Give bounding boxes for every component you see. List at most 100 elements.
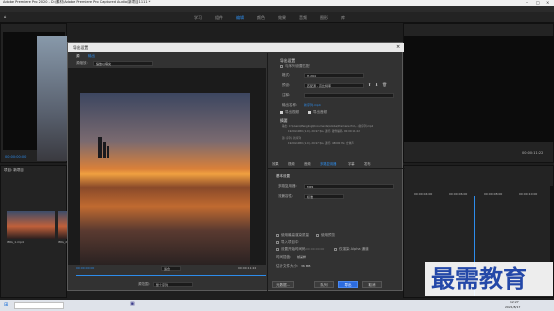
max-render-checkbox[interactable] (276, 234, 279, 237)
export-settings-dialog: 导出设置 × 源 输出 源缩放: 缩放以填充 00:00:00:00 适合 00… (67, 42, 405, 292)
windows-start-icon[interactable]: ⊞ (4, 303, 8, 308)
ruler-tick: 00:00:10:00 (519, 192, 538, 196)
format-label: 格式: (282, 73, 291, 77)
use-preview-checkbox[interactable] (316, 234, 319, 237)
tab-audio[interactable]: 音频 (304, 162, 311, 166)
settings-tabs: 效果 视频 音频 多路复用器 字幕 发布 (268, 161, 405, 169)
workspace-tab-audio[interactable]: 音频 (299, 15, 307, 21)
start-timecode-label: 设置开始时间码 (281, 247, 306, 251)
project-panel: 项目: 新项目 IMG_1.mp4 IMG_2.mp4 (0, 165, 75, 298)
clip-thumbnail[interactable] (7, 211, 55, 239)
source-scaling-label: 源缩放: (76, 61, 88, 65)
export-preview-image (80, 93, 250, 265)
source-range-bar[interactable] (76, 275, 266, 276)
clock-time: 12:27 (510, 300, 519, 304)
ruler-tick: 00:00:04:00 (414, 192, 433, 196)
export-settings-header: 导出设置 (280, 58, 296, 63)
comments-label: 注释: (282, 93, 291, 97)
premiere-taskbar-icon[interactable]: ▣ (130, 302, 135, 307)
start-timecode-value[interactable]: 00:00:00:00 (306, 248, 324, 251)
import-project-checkbox[interactable] (276, 241, 279, 244)
multiplexer-select[interactable]: MP4 (304, 184, 394, 189)
export-video-checkbox[interactable] (280, 111, 283, 114)
output-name-label: 输出名称: (282, 103, 298, 107)
dialog-close-icon[interactable]: × (396, 45, 400, 50)
import-preset-icon[interactable]: ⬇ (375, 83, 378, 87)
workspace-tab-color[interactable]: 颜色 (257, 15, 265, 21)
cancel-button[interactable]: 取消 (362, 281, 382, 288)
project-label: 项目: 新项目 (4, 168, 24, 172)
workspace-tab-learn[interactable]: 学习 (194, 15, 202, 21)
summary-source: 源: 序列, 新序列 (282, 137, 301, 140)
file-size-label: 估计文件大小: (276, 264, 299, 268)
window-title: Adobe Premiere Pro 2020 - D:\素材\Adobe Pr… (3, 0, 151, 4)
fit-value: 适合 (164, 266, 171, 271)
taskbar-search[interactable] (14, 302, 64, 309)
match-sequence-label: 与序列设置匹配 (285, 64, 310, 68)
summary-source-detail: 1920x1080 (1.0), 29.97 fps, 逐行, 48000 Hz… (288, 142, 354, 145)
time-interp-value[interactable]: 帧采样 (297, 256, 306, 259)
match-sequence-checkbox[interactable] (280, 65, 283, 68)
save-preset-icon[interactable]: ⬆ (368, 83, 371, 87)
program-timecode: 00:00:11:22 (522, 151, 544, 155)
file-size-value: 36 MB (301, 264, 311, 268)
format-select[interactable]: H.264 (304, 73, 364, 78)
maximize-icon[interactable]: □ (536, 1, 540, 5)
format-value: H.264 (307, 73, 316, 78)
program-viewer (404, 36, 554, 142)
workspace-tab-editing[interactable]: 编辑 (236, 15, 244, 21)
dialog-title-bar: 导出设置 × (68, 43, 404, 52)
program-monitor: 00:00:11:22 (403, 23, 554, 163)
export-video-label: 导出视频 (285, 110, 299, 114)
start-timecode-checkbox[interactable] (276, 248, 279, 251)
export-audio-label: 导出音频 (313, 110, 327, 114)
metadata-button[interactable]: 元数据... (272, 281, 294, 288)
watermark-text: 最需教育 (431, 265, 527, 293)
workspace-tab-graphics[interactable]: 图形 (320, 15, 328, 21)
multiplexer-label: 多路复用器: (278, 184, 297, 188)
watermark-box: 最需教育 (425, 262, 553, 296)
tab-video[interactable]: 视频 (288, 162, 295, 166)
source-scaling-value: 缩放以填充 (96, 61, 112, 66)
fit-select[interactable]: 适合 (161, 266, 181, 271)
export-button[interactable]: 导出 (338, 281, 358, 288)
delete-preset-icon[interactable]: 🗑 (382, 83, 387, 87)
clock-date: 2021/8/17 (505, 305, 521, 309)
tab-captions[interactable]: 字幕 (348, 162, 355, 166)
source-range-select[interactable]: 整个序列 (153, 282, 193, 287)
render-alpha-checkbox[interactable] (334, 248, 337, 251)
source-scaling-select[interactable]: 缩放以填充 (93, 61, 153, 66)
summary-output: 输出: C:\Users\Mengling\Documents\Adobe\Pr… (282, 125, 374, 128)
tab-output[interactable]: 输出 (88, 54, 95, 59)
building-silhouette (98, 137, 102, 158)
workspace-tab-assembly[interactable]: 组件 (215, 15, 223, 21)
minimize-icon[interactable]: – (526, 1, 528, 5)
source-timecode: 00:00:00:00 (5, 155, 27, 159)
workspace-tab-libraries[interactable]: 库 (341, 15, 345, 21)
stream-compat-value: 标准 (307, 194, 314, 199)
workspace-bar: ⌂ 学习 组件 编辑 颜色 效果 音频 图形 库 (0, 12, 554, 23)
summary-header: 摘要 (280, 118, 288, 123)
queue-button[interactable]: 队列 (314, 281, 334, 288)
workspace-tab-effects[interactable]: 效果 (278, 15, 286, 21)
tab-effects[interactable]: 效果 (272, 162, 279, 166)
use-preview-label: 使用预览 (321, 233, 335, 237)
ruler-tick: 00:00:06:00 (449, 192, 468, 196)
source-frame (37, 36, 67, 161)
timecode-out[interactable]: 00:00:11:22 (238, 267, 256, 270)
timecode-in[interactable]: 00:00:00:00 (76, 267, 94, 270)
tab-source[interactable]: 源 (76, 54, 80, 59)
close-icon[interactable]: × (546, 1, 549, 5)
output-name-link[interactable]: 新序列.mp4 (304, 104, 321, 107)
comments-input[interactable] (304, 93, 394, 98)
tab-publish[interactable]: 发布 (364, 162, 371, 166)
tab-multiplexer[interactable]: 多路复用器 (320, 162, 336, 166)
preset-select[interactable]: 匹配源 - 高比特率 (304, 83, 364, 88)
ruler-tick: 00:00:08:00 (484, 192, 503, 196)
home-icon[interactable]: ⌂ (4, 15, 7, 19)
building-silhouette (107, 146, 109, 158)
preset-value: 匹配源 - 高比特率 (307, 83, 331, 88)
time-interp-label: 时间插值: (276, 255, 292, 259)
export-audio-checkbox[interactable] (308, 111, 311, 114)
stream-compat-select[interactable]: 标准 (304, 194, 344, 199)
